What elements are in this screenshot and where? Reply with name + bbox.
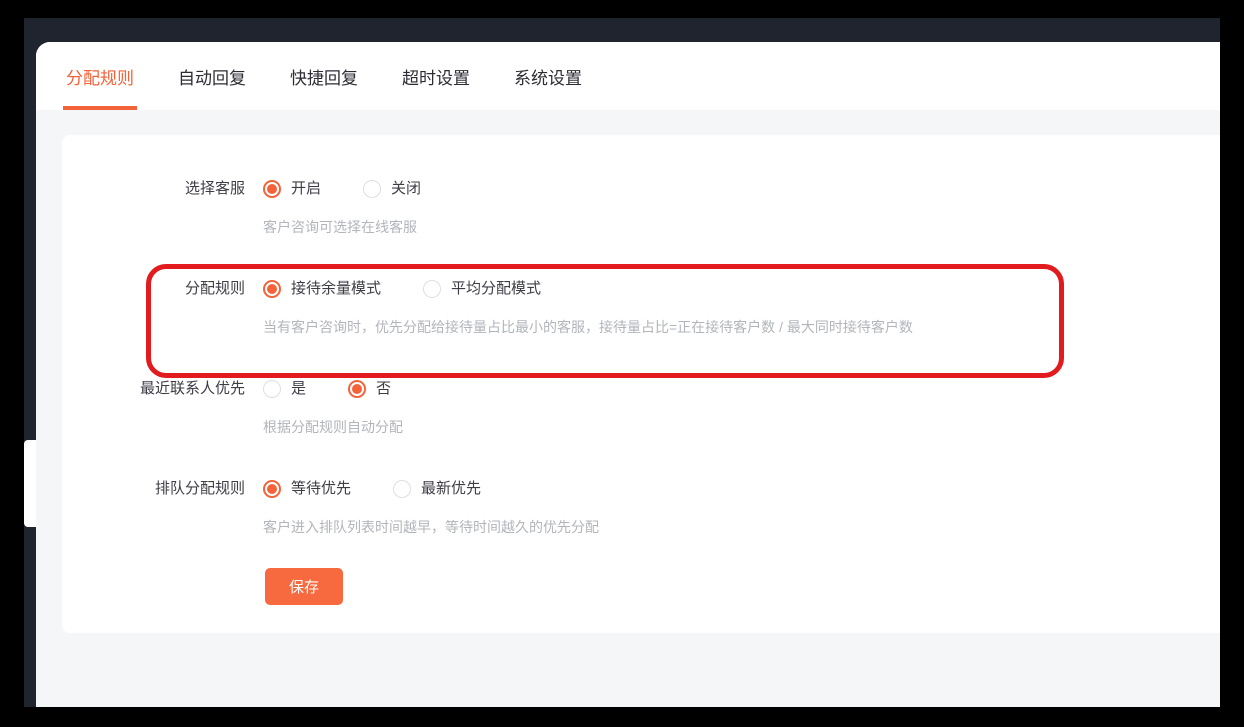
radio-selected-icon	[263, 180, 281, 198]
radio-option-no[interactable]: 否	[348, 379, 391, 399]
radio-unselected-icon	[263, 380, 281, 398]
row-hint: 当有客户咨询时，优先分配给接待量占比最小的客服，接待量占比=正在接待客户数 / …	[263, 319, 913, 335]
radio-selected-icon	[263, 280, 281, 298]
settings-tabbar: 分配规则 自动回复 快捷回复 超时设置 系统设置	[36, 42, 1220, 110]
form-row-recent-contact-priority: 最近联系人优先 是 否 根据分配规则自动分配	[62, 379, 1220, 437]
tab-auto-reply[interactable]: 自动回复	[175, 42, 249, 110]
radio-unselected-icon	[393, 480, 412, 498]
radio-option-newest-priority[interactable]: 最新优先	[393, 479, 481, 499]
row-label: 选择客服	[184, 180, 245, 197]
radio-option-yes[interactable]: 是	[263, 379, 306, 399]
form-row-queue-rule: 排队分配规则 等待优先 最新优先 客户进入排队列表时间越早，等待时间越久的优先分…	[62, 479, 1220, 537]
distribution-rules-form: 选择客服 开启 关闭 客户咨询可选择在线客服 分配规则 接待余量模式 平均分配模…	[62, 135, 1220, 605]
row-hint: 根据分配规则自动分配	[263, 419, 403, 435]
radio-option-average-mode[interactable]: 平均分配模式	[423, 279, 541, 299]
radio-option-wait-priority[interactable]: 等待优先	[263, 479, 351, 499]
tab-distribution-rules[interactable]: 分配规则	[63, 42, 137, 110]
settings-card: 分配规则 自动回复 快捷回复 超时设置 系统设置 选择客服 开启 关闭 客户咨询…	[36, 42, 1220, 707]
form-row-select-agent: 选择客服 开启 关闭 客户咨询可选择在线客服	[62, 179, 1220, 237]
radio-unselected-icon	[423, 280, 442, 298]
tab-content-area: 选择客服 开启 关闭 客户咨询可选择在线客服 分配规则 接待余量模式 平均分配模…	[36, 110, 1220, 707]
tab-timeout-settings[interactable]: 超时设置	[399, 42, 473, 110]
row-label: 最近联系人优先	[139, 380, 245, 397]
left-edge-notch	[24, 440, 36, 527]
tab-system-settings[interactable]: 系统设置	[511, 42, 585, 110]
radio-option-disable[interactable]: 关闭	[363, 179, 421, 199]
save-button[interactable]: 保存	[265, 568, 343, 605]
radio-selected-icon	[263, 480, 281, 498]
row-label: 分配规则	[184, 280, 245, 297]
row-hint: 客户进入排队列表时间越早，等待时间越久的优先分配	[263, 519, 599, 535]
radio-option-enable[interactable]: 开启	[263, 179, 321, 199]
screen: { "tabs": { "items": [ {"label": "分配规则",…	[0, 0, 1244, 727]
radio-option-capacity-mode[interactable]: 接待余量模式	[263, 279, 381, 299]
form-panel: 选择客服 开启 关闭 客户咨询可选择在线客服 分配规则 接待余量模式 平均分配模…	[62, 135, 1220, 633]
tab-quick-reply[interactable]: 快捷回复	[287, 42, 361, 110]
radio-unselected-icon	[363, 180, 382, 198]
row-label: 排队分配规则	[154, 480, 245, 497]
radio-selected-icon	[348, 380, 367, 398]
row-hint: 客户咨询可选择在线客服	[263, 219, 417, 235]
form-row-distribution-rule: 分配规则 接待余量模式 平均分配模式 当有客户咨询时，优先分配给接待量占比最小的…	[62, 279, 1220, 337]
